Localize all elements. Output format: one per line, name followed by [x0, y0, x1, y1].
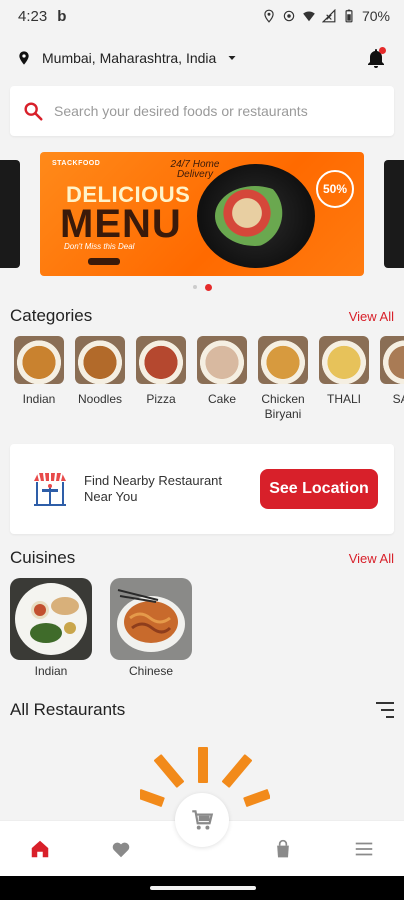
- gesture-bar: [0, 876, 404, 900]
- category-item[interactable]: Pizza: [136, 336, 186, 422]
- banner-pill: [88, 258, 120, 265]
- offer-badge: 50%: [316, 170, 354, 208]
- categories-title: Categories: [10, 306, 93, 325]
- bag-icon: [276, 839, 289, 857]
- location-status-icon: [264, 9, 274, 23]
- banner-carousel[interactable]: STACKFOOD DELICIOUS MENU Don't Miss this…: [0, 152, 404, 276]
- nav-orders[interactable]: [263, 829, 303, 869]
- carousel-dots: [0, 282, 404, 292]
- cuisines-list: Indian Chinese: [0, 568, 404, 678]
- cuisine-image-chinese: [110, 578, 192, 660]
- cart-icon: [192, 810, 214, 830]
- battery-icon: [345, 9, 353, 23]
- category-image: [14, 336, 64, 384]
- category-label: Indian: [22, 392, 56, 406]
- restaurants-title: All Restaurants: [10, 700, 126, 719]
- search-bar[interactable]: [10, 86, 394, 136]
- search-input[interactable]: [54, 103, 382, 119]
- category-label: Cake: [207, 392, 236, 406]
- category-label: Pizza: [146, 392, 176, 406]
- notification-bell-icon[interactable]: [364, 46, 388, 70]
- category-image: [380, 336, 404, 384]
- banner-line2: MENU: [60, 202, 182, 246]
- category-item[interactable]: Noodles: [75, 336, 125, 422]
- heart-icon: [112, 842, 130, 857]
- banner-next-peek[interactable]: [384, 160, 404, 268]
- carousel-dot-active[interactable]: [204, 283, 212, 291]
- see-location-button[interactable]: See Location: [260, 469, 378, 509]
- status-bar: 4:23 b 70%: [0, 0, 404, 32]
- category-label: Noodles: [77, 392, 123, 406]
- filter-icon[interactable]: [374, 702, 394, 718]
- category-item[interactable]: THALI: [319, 336, 369, 422]
- cuisines-view-all[interactable]: View All: [349, 551, 394, 566]
- location-bar: Mumbai, Maharashtra, India: [0, 32, 404, 84]
- category-image: [319, 336, 369, 384]
- chevron-down-icon: [228, 56, 236, 60]
- banner-badge: 24/7 Home Delivery: [170, 159, 220, 180]
- category-item[interactable]: Indian: [14, 336, 64, 422]
- cuisine-label: Chinese: [128, 664, 174, 678]
- nav-menu[interactable]: [344, 829, 384, 869]
- cuisine-label: Indian: [34, 664, 68, 678]
- eye-status-icon: [283, 10, 295, 22]
- signal-icon: [321, 9, 336, 23]
- location-pin-icon: [19, 51, 29, 65]
- promo-banner[interactable]: STACKFOOD DELICIOUS MENU Don't Miss this…: [40, 152, 364, 276]
- nav-favorites[interactable]: [101, 829, 141, 869]
- banner-line3: Don't Miss this Deal: [64, 242, 135, 251]
- battery-percent: 70%: [361, 8, 390, 24]
- home-icon: [32, 840, 49, 857]
- cuisines-header: Cuisines View All: [0, 548, 404, 568]
- categories-header: Categories View All: [0, 306, 404, 326]
- categories-list: Indian Noodles Pizza Cake Chicken Biryani THA…: [0, 326, 404, 422]
- gesture-handle[interactable]: [150, 886, 256, 890]
- banner-prev-peek[interactable]: [0, 160, 20, 268]
- category-image: [75, 336, 125, 384]
- category-label: Chicken Biryani: [261, 392, 305, 421]
- category-image: [197, 336, 247, 384]
- category-item[interactable]: SAN: [380, 336, 404, 422]
- category-label: SAN: [392, 392, 404, 406]
- cart-button[interactable]: [175, 793, 229, 847]
- nav-home[interactable]: [20, 829, 60, 869]
- category-item[interactable]: Chicken Biryani: [258, 336, 308, 422]
- cuisine-image-indian: [10, 578, 92, 660]
- cuisine-item-indian[interactable]: Indian: [10, 578, 92, 678]
- restaurants-header: All Restaurants: [0, 700, 404, 720]
- categories-view-all[interactable]: View All: [349, 309, 394, 324]
- food-plate-image: [197, 164, 315, 268]
- category-item[interactable]: Cake: [197, 336, 247, 422]
- find-nearby-card: Find Nearby Restaurant Near You See Loca…: [10, 444, 394, 534]
- cuisine-item-chinese[interactable]: Chinese: [110, 578, 192, 678]
- app-glyph: b: [57, 7, 67, 25]
- menu-icon: [355, 842, 372, 855]
- restaurant-icon: [34, 472, 66, 506]
- cuisines-title: Cuisines: [10, 548, 76, 567]
- wifi-icon: [303, 11, 315, 22]
- location-text: Mumbai, Maharashtra, India: [42, 50, 217, 66]
- find-nearby-text: Find Nearby Restaurant Near You: [84, 473, 223, 504]
- banner-brand: STACKFOOD: [52, 160, 101, 167]
- search-icon: [24, 102, 43, 121]
- category-label: THALI: [326, 392, 361, 406]
- carousel-dot[interactable]: [192, 285, 197, 289]
- status-time: 4:23: [18, 7, 48, 25]
- category-image: [136, 336, 186, 384]
- category-image: [258, 336, 308, 384]
- notification-dot: [379, 47, 386, 54]
- location-selector[interactable]: Mumbai, Maharashtra, India: [16, 49, 238, 67]
